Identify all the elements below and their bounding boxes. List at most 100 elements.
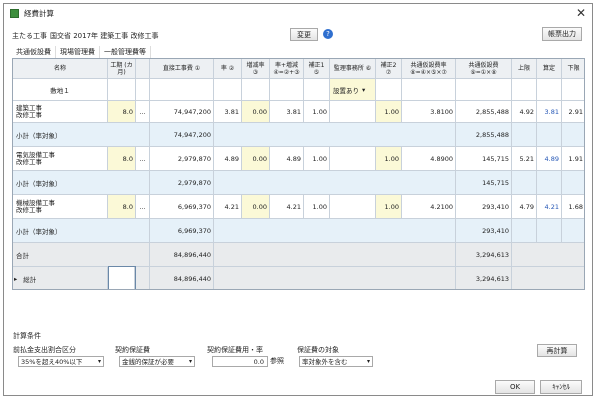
col-increase: 増减率 ③ [242,59,270,79]
adj1-value: 1.00 [304,101,330,123]
tab-site-management[interactable]: 現場管理費 [56,46,100,58]
calc-value: 4.89 [537,147,562,171]
adj1-value: 1.00 [304,195,330,219]
rate-inc-value: 4.89 [270,147,304,171]
rate-value: 3.81 [214,101,242,123]
more-button[interactable]: … [136,147,150,171]
col-rate: 率 ② [214,59,242,79]
upper-value: 4.92 [512,101,537,123]
total-label: 合計 [13,243,150,267]
common-cost-value: 2,855,488 [456,101,512,123]
calc-value: 3.81 [537,101,562,123]
increase-input[interactable]: 0.00 [242,147,270,171]
col-period: 工期 (カ月) [108,59,136,79]
period-input[interactable]: 8.0 [108,195,136,219]
close-icon[interactable]: ✕ [576,6,586,20]
col-office: 監理事務所 ⑥ [330,59,376,79]
subtotal-row: 小計（率対象） 2,979,870 145,715 [13,171,584,195]
total-cost: 3,294,613 [456,243,512,267]
subtotal-direct: 2,979,870 [150,171,214,195]
subtotal-row: 小計（率対象） 6,969,370 293,410 [13,219,584,243]
work-name: 建築工事 改修工事 [13,101,108,123]
office-value: 設置あり [333,86,359,95]
rate-input[interactable]: 0.0 [212,356,268,367]
tab-general-management[interactable]: 一般管理費等 [100,46,151,58]
change-button[interactable]: 変更 [290,28,318,41]
site-name: 敷地１ [13,79,108,101]
print-report-button[interactable]: 帳票出力 [542,27,582,41]
office-select[interactable]: 設置あり ▾ [330,79,376,101]
recalculate-button[interactable]: 再計算 [537,344,577,357]
col-adj2: 補正2 ⑦ [376,59,402,79]
advance-label: 前払金支出割合区分 [13,346,76,354]
work-row[interactable]: 機械設備工事 改修工事 8.0 … 6,969,370 4.21 0.00 4.… [13,195,584,219]
rate-value: 4.21 [214,195,242,219]
adj2-input[interactable]: 1.00 [376,195,402,219]
main-work-value: 国交省 2017年 建築工事 改修工事 [50,32,159,40]
advance-select[interactable]: 35%を超え40%以下 ▾ [18,356,104,367]
contract-select[interactable]: 金銭的保証が必要 ▾ [119,356,195,367]
more-button[interactable]: … [136,101,150,123]
rate-value: 4.89 [214,147,242,171]
target-select[interactable]: 率対象外を含む ▾ [299,356,373,367]
cost-grid: 名称 工期 (カ月) 直接工事費 ① 率 ② 増减率 ③ 率+増減 ④=②+③ … [12,58,585,290]
tab-bar: 共通仮設費 現場管理費 一般管理費等 [12,46,151,58]
contract-label: 契約保証費 [115,346,150,354]
work-row[interactable]: 電気設備工事 改修工事 8.0 … 2,979,870 4.89 0.00 4.… [13,147,584,171]
common-cost-value: 293,410 [456,195,512,219]
subtotal-cost: 145,715 [456,171,512,195]
target-value: 率対象外を含む [302,358,348,366]
col-more [136,59,150,79]
reference-link[interactable]: 参照 [270,356,284,366]
selected-cell[interactable] [108,266,136,289]
direct-cost: 6,969,370 [150,195,214,219]
title-bar: 経費計算 ✕ [4,4,592,22]
direct-cost: 2,979,870 [150,147,214,171]
common-rate-value: 4.8900 [402,147,456,171]
increase-input[interactable]: 0.00 [242,195,270,219]
adj2-input[interactable]: 1.00 [376,147,402,171]
subtotal-label: 小計（率対象） [13,123,150,147]
conditions-title: 計算条件 [13,332,41,340]
dialog-window: 経費計算 ✕ 主たる工事 国交省 2017年 建築工事 改修工事 変更 ? 帳票… [3,3,593,396]
site-row[interactable]: 敷地１ 設置あり ▾ [13,79,584,101]
col-adj1: 補正1 ⑤ [304,59,330,79]
contract-value: 金銭的保証が必要 [122,358,174,366]
cancel-button[interactable]: ｷｬﾝｾﾙ [540,380,582,394]
more-button[interactable]: … [136,195,150,219]
grand-total-row[interactable]: ▸ 総計 84,896,440 3,294,613 [13,266,584,289]
grand-total-cost: 3,294,613 [456,267,512,289]
work-name: 機械設備工事 改修工事 [13,195,108,219]
lower-value: 1.91 [562,147,584,171]
total-direct: 84,896,440 [150,243,214,267]
period-input[interactable]: 8.0 [108,101,136,123]
direct-cost: 74,947,200 [150,101,214,123]
subtotal-cost: 2,855,488 [456,123,512,147]
help-icon[interactable]: ? [323,29,333,39]
work-row[interactable]: 建築工事 改修工事 8.0 … 74,947,200 3.81 0.00 3.8… [13,101,584,123]
adj2-input[interactable]: 1.00 [376,101,402,123]
col-common-cost: 共通仮設費 ⑨=①×⑧ [456,59,512,79]
main-work-label: 主たる工事 [12,32,47,40]
col-lower: 下限 [562,59,584,79]
tab-common-temporary[interactable]: 共通仮設費 [12,46,56,58]
subtotal-direct: 6,969,370 [150,219,214,243]
lower-value: 1.68 [562,195,584,219]
col-calc: 算定 [537,59,562,79]
lower-value: 2.91 [562,101,584,123]
subtotal-label: 小計（率対象） [13,171,150,195]
upper-value: 4.79 [512,195,537,219]
subtotal-direct: 74,947,200 [150,123,214,147]
rate-label: 契約保証費用・率 [207,346,263,354]
ok-button[interactable]: OK [495,380,535,394]
grand-total-direct: 84,896,440 [150,267,214,289]
adj1-value: 1.00 [304,147,330,171]
subtotal-row: 小計（率対象） 74,947,200 2,855,488 [13,123,584,147]
period-input[interactable]: 8.0 [108,147,136,171]
grand-total-label: ▸ 総計 [13,267,108,289]
work-name: 電気設備工事 改修工事 [13,147,108,171]
chevron-down-icon: ▾ [362,85,366,94]
rate-inc-value: 3.81 [270,101,304,123]
increase-input[interactable]: 0.00 [242,101,270,123]
col-direct: 直接工事費 ① [150,59,214,79]
